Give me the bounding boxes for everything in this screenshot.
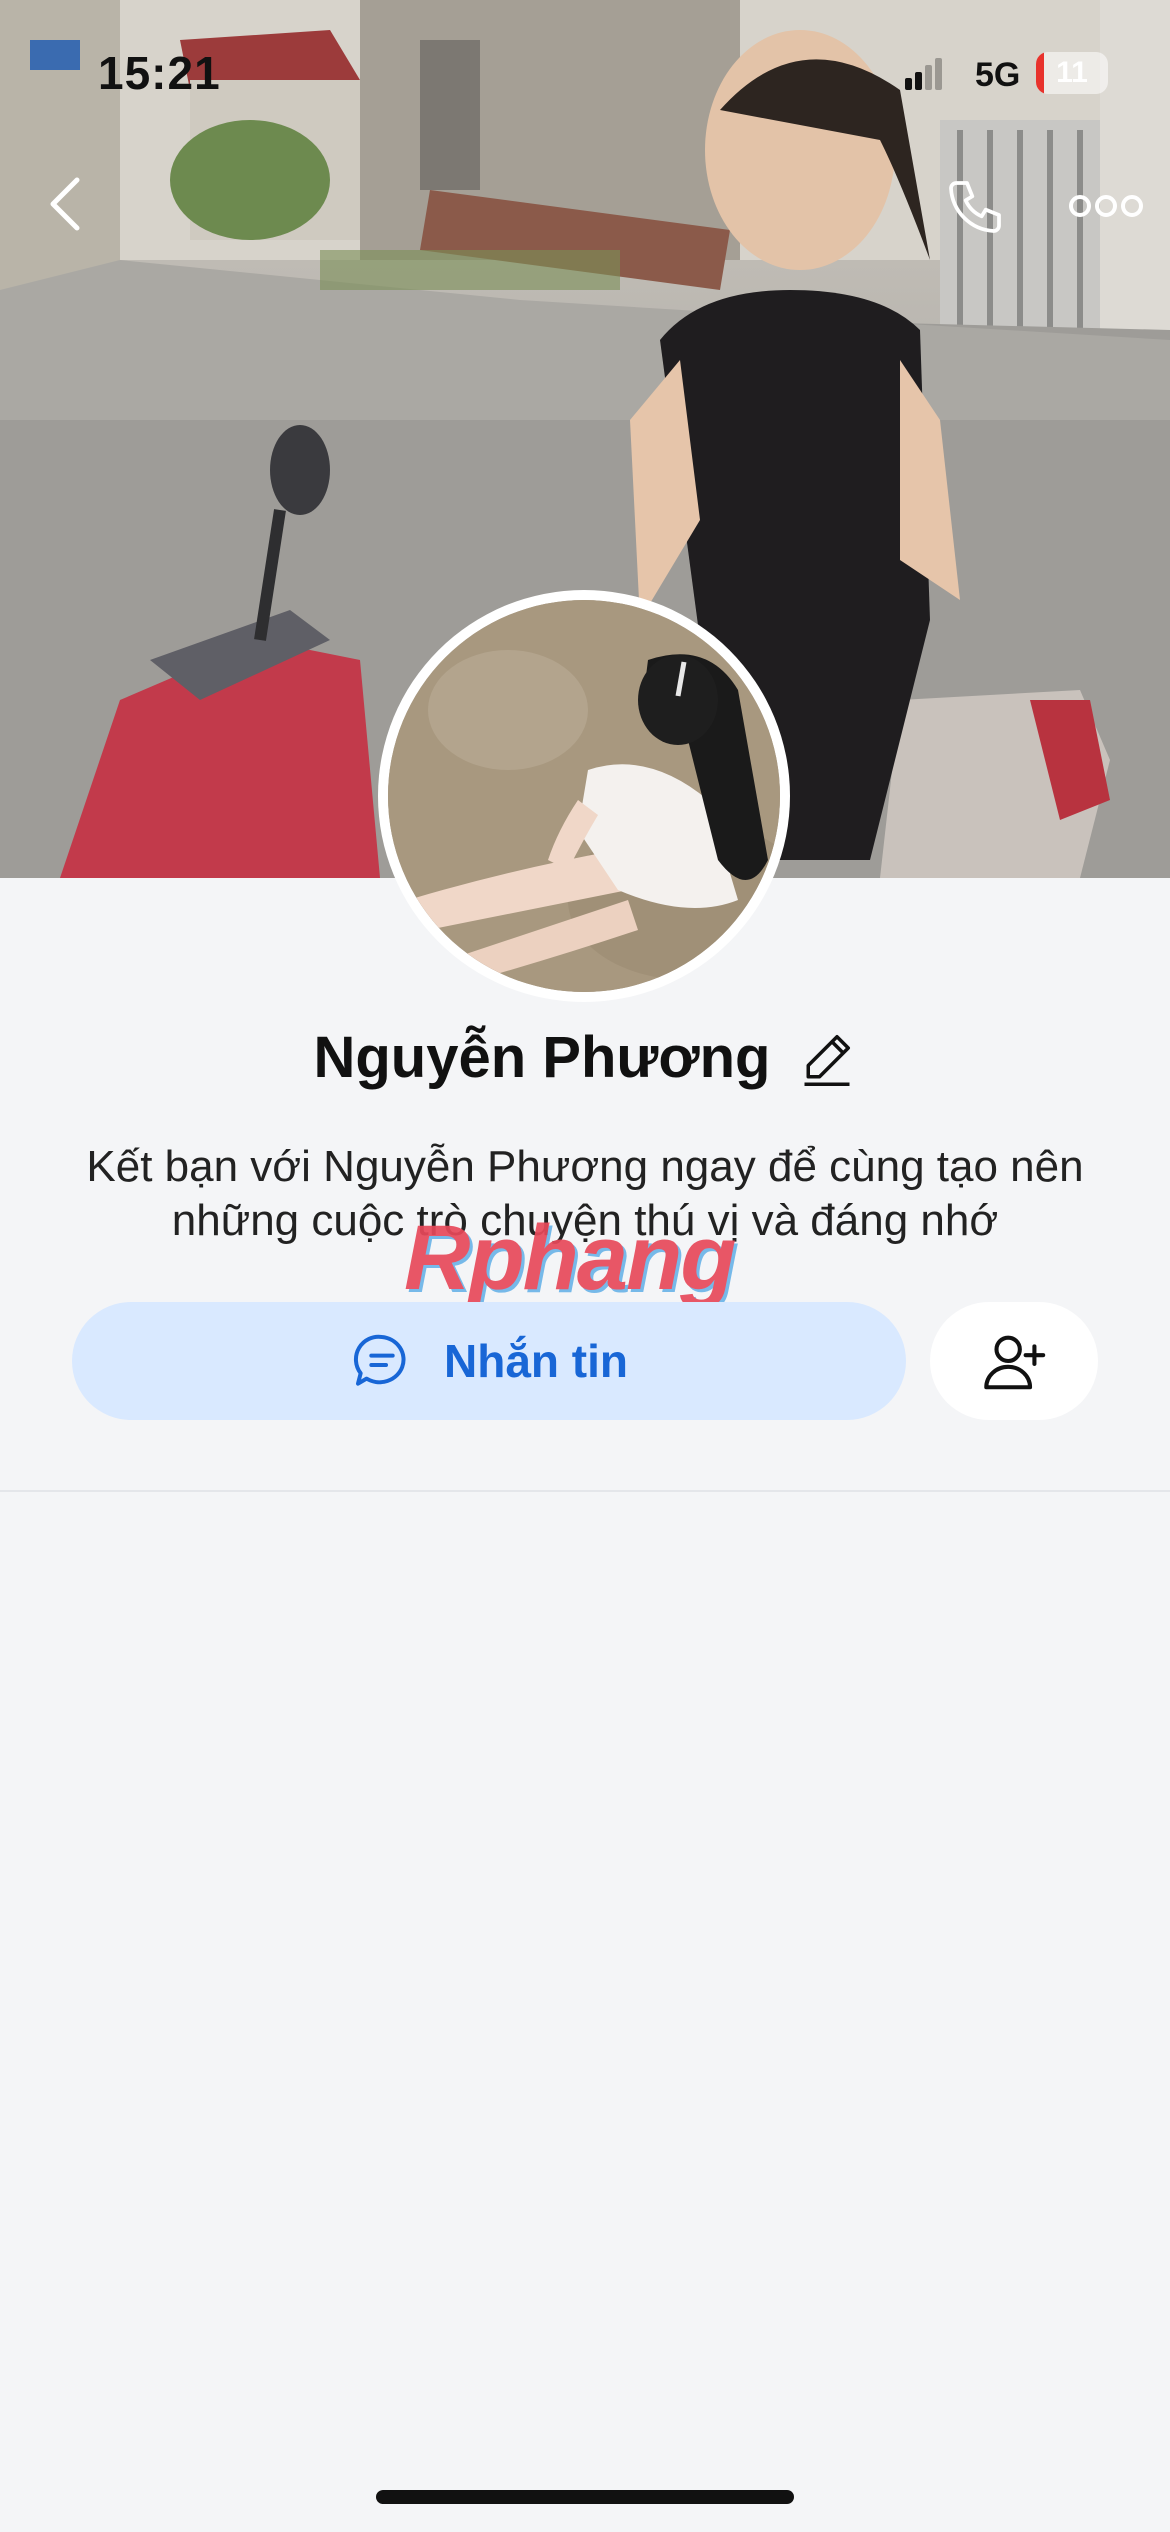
chevron-left-icon [50, 177, 80, 231]
message-button[interactable]: Nhắn tin [72, 1302, 906, 1420]
home-indicator[interactable] [376, 2490, 794, 2504]
battery-icon: 11 [1036, 52, 1108, 94]
more-button[interactable] [1068, 186, 1144, 226]
avatar-illustration [388, 600, 780, 992]
cellular-signal-icon [905, 58, 942, 90]
profile-avatar[interactable] [378, 590, 790, 1002]
section-divider [0, 1490, 1170, 1492]
profile-name: Nguyễn Phương [313, 1025, 771, 1090]
profile-name-row: Nguyễn Phương [0, 1024, 1170, 1091]
back-button[interactable] [36, 172, 92, 236]
chat-bubble-icon [353, 1334, 406, 1386]
call-button[interactable] [940, 172, 1010, 242]
avatar-photo [388, 600, 780, 992]
watermark-logo: Rphang [404, 1207, 736, 1309]
add-user-icon [984, 1335, 1046, 1390]
add-friend-button[interactable] [930, 1302, 1098, 1420]
more-horizontal-icon [1069, 195, 1143, 217]
phone-icon [949, 181, 1001, 233]
message-button-label: Nhắn tin [444, 1335, 628, 1387]
status-bar: 15:21 5G 11 [0, 0, 1170, 150]
battery-level: 11 [1056, 56, 1088, 89]
edit-pencil-icon[interactable] [797, 1028, 857, 1088]
status-time: 15:21 [98, 47, 221, 99]
network-type: 5G [975, 56, 1021, 94]
